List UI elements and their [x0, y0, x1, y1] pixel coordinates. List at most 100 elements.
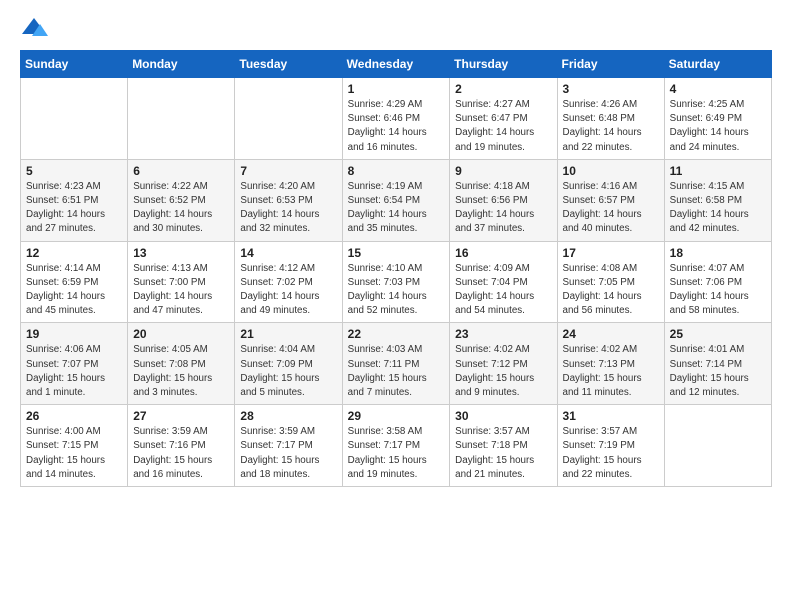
day-cell: 1Sunrise: 4:29 AM Sunset: 6:46 PM Daylig… [342, 78, 450, 160]
day-info: Sunrise: 4:19 AM Sunset: 6:54 PM Dayligh… [348, 180, 445, 237]
day-cell: 6 Sunrise: 4:22 AM Sunset: 6:52 PM Daylig… [128, 159, 235, 241]
day-number: 9 [455, 164, 551, 178]
day-info: Sunrise: 3:57 AM Sunset: 7:18 PM Dayligh… [455, 425, 551, 482]
day-cell: 5Sunrise: 4:23 AM Sunset: 6:51 PM Daylig… [21, 159, 128, 241]
day-cell: 31Sunrise: 3:57 AM Sunset: 7:19 PM Dayli… [557, 405, 664, 487]
day-cell: 18 Sunrise: 4:07 AM Sunset: 7:06 PM Dayli… [664, 241, 771, 323]
weekday-header-saturday: Saturday [664, 51, 771, 78]
logo-icon [20, 16, 48, 38]
day-number: 11 [670, 164, 766, 178]
day-cell: 22 Sunrise: 4:03 AM Sunset: 7:11 PM Dayli… [342, 323, 450, 405]
day-info: Sunrise: 3:57 AM Sunset: 7:19 PM Dayligh… [563, 425, 659, 482]
day-number: 4 [670, 82, 766, 96]
day-info: Sunrise: 4:03 AM Sunset: 7:11 PM Dayligh… [348, 343, 445, 400]
weekday-header-row: SundayMondayTuesdayWednesdayThursdayFrid… [21, 51, 772, 78]
weekday-header-tuesday: Tuesday [235, 51, 342, 78]
day-number: 20 [133, 327, 229, 341]
day-cell: 19Sunrise: 4:06 AM Sunset: 7:07 PM Dayli… [21, 323, 128, 405]
weekday-header-wednesday: Wednesday [342, 51, 450, 78]
calendar: SundayMondayTuesdayWednesdayThursdayFrid… [20, 50, 772, 487]
day-number: 21 [240, 327, 336, 341]
day-cell [128, 78, 235, 160]
day-number: 18 [670, 246, 766, 260]
day-cell [664, 405, 771, 487]
day-number: 30 [455, 409, 551, 423]
day-info: Sunrise: 4:14 AM Sunset: 6:59 PM Dayligh… [26, 262, 122, 319]
weekday-header-sunday: Sunday [21, 51, 128, 78]
day-info: Sunrise: 4:26 AM Sunset: 6:48 PM Dayligh… [563, 98, 659, 155]
day-cell: 15 Sunrise: 4:10 AM Sunset: 7:03 PM Dayli… [342, 241, 450, 323]
day-info: Sunrise: 4:22 AM Sunset: 6:52 PM Dayligh… [133, 180, 229, 237]
page: SundayMondayTuesdayWednesdayThursdayFrid… [0, 0, 792, 499]
day-cell: 14Sunrise: 4:12 AM Sunset: 7:02 PM Dayli… [235, 241, 342, 323]
logo [20, 16, 52, 38]
day-number: 24 [563, 327, 659, 341]
week-row-1: 1Sunrise: 4:29 AM Sunset: 6:46 PM Daylig… [21, 78, 772, 160]
day-number: 27 [133, 409, 229, 423]
day-cell: 10Sunrise: 4:16 AM Sunset: 6:57 PM Dayli… [557, 159, 664, 241]
day-number: 16 [455, 246, 551, 260]
day-number: 6 [133, 164, 229, 178]
day-info: Sunrise: 4:09 AM Sunset: 7:04 PM Dayligh… [455, 262, 551, 319]
day-cell: 2 Sunrise: 4:27 AM Sunset: 6:47 PM Daylig… [450, 78, 557, 160]
day-number: 25 [670, 327, 766, 341]
day-cell: 4 Sunrise: 4:25 AM Sunset: 6:49 PM Daylig… [664, 78, 771, 160]
day-info: Sunrise: 3:59 AM Sunset: 7:16 PM Dayligh… [133, 425, 229, 482]
day-info: Sunrise: 4:27 AM Sunset: 6:47 PM Dayligh… [455, 98, 551, 155]
day-cell [235, 78, 342, 160]
day-number: 17 [563, 246, 659, 260]
day-info: Sunrise: 4:05 AM Sunset: 7:08 PM Dayligh… [133, 343, 229, 400]
day-number: 22 [348, 327, 445, 341]
day-cell: 23 Sunrise: 4:02 AM Sunset: 7:12 PM Dayli… [450, 323, 557, 405]
day-info: Sunrise: 4:01 AM Sunset: 7:14 PM Dayligh… [670, 343, 766, 400]
day-cell: 17Sunrise: 4:08 AM Sunset: 7:05 PM Dayli… [557, 241, 664, 323]
day-cell: 11 Sunrise: 4:15 AM Sunset: 6:58 PM Dayli… [664, 159, 771, 241]
day-number: 23 [455, 327, 551, 341]
day-number: 7 [240, 164, 336, 178]
day-cell: 20 Sunrise: 4:05 AM Sunset: 7:08 PM Dayli… [128, 323, 235, 405]
day-info: Sunrise: 4:13 AM Sunset: 7:00 PM Dayligh… [133, 262, 229, 319]
day-info: Sunrise: 4:15 AM Sunset: 6:58 PM Dayligh… [670, 180, 766, 237]
day-info: Sunrise: 4:20 AM Sunset: 6:53 PM Dayligh… [240, 180, 336, 237]
day-number: 28 [240, 409, 336, 423]
day-info: Sunrise: 4:10 AM Sunset: 7:03 PM Dayligh… [348, 262, 445, 319]
day-number: 2 [455, 82, 551, 96]
day-cell: 25 Sunrise: 4:01 AM Sunset: 7:14 PM Dayli… [664, 323, 771, 405]
day-info: Sunrise: 4:18 AM Sunset: 6:56 PM Dayligh… [455, 180, 551, 237]
day-cell: 7 Sunrise: 4:20 AM Sunset: 6:53 PM Daylig… [235, 159, 342, 241]
day-number: 13 [133, 246, 229, 260]
day-number: 26 [26, 409, 122, 423]
day-info: Sunrise: 4:23 AM Sunset: 6:51 PM Dayligh… [26, 180, 122, 237]
day-number: 8 [348, 164, 445, 178]
day-cell: 3 Sunrise: 4:26 AM Sunset: 6:48 PM Daylig… [557, 78, 664, 160]
day-number: 10 [563, 164, 659, 178]
day-number: 3 [563, 82, 659, 96]
day-info: Sunrise: 4:04 AM Sunset: 7:09 PM Dayligh… [240, 343, 336, 400]
day-cell: 24 Sunrise: 4:02 AM Sunset: 7:13 PM Dayli… [557, 323, 664, 405]
day-info: Sunrise: 4:07 AM Sunset: 7:06 PM Dayligh… [670, 262, 766, 319]
weekday-header-friday: Friday [557, 51, 664, 78]
day-cell: 26Sunrise: 4:00 AM Sunset: 7:15 PM Dayli… [21, 405, 128, 487]
day-info: Sunrise: 4:06 AM Sunset: 7:07 PM Dayligh… [26, 343, 122, 400]
day-cell: 8 Sunrise: 4:19 AM Sunset: 6:54 PM Daylig… [342, 159, 450, 241]
week-row-5: 26Sunrise: 4:00 AM Sunset: 7:15 PM Dayli… [21, 405, 772, 487]
weekday-header-monday: Monday [128, 51, 235, 78]
day-number: 1 [348, 82, 445, 96]
weekday-header-thursday: Thursday [450, 51, 557, 78]
day-number: 12 [26, 246, 122, 260]
day-cell: 9 Sunrise: 4:18 AM Sunset: 6:56 PM Daylig… [450, 159, 557, 241]
day-info: Sunrise: 4:02 AM Sunset: 7:12 PM Dayligh… [455, 343, 551, 400]
day-cell: 28Sunrise: 3:59 AM Sunset: 7:17 PM Dayli… [235, 405, 342, 487]
day-cell [21, 78, 128, 160]
day-cell: 13 Sunrise: 4:13 AM Sunset: 7:00 PM Dayli… [128, 241, 235, 323]
day-number: 14 [240, 246, 336, 260]
week-row-3: 12 Sunrise: 4:14 AM Sunset: 6:59 PM Dayli… [21, 241, 772, 323]
week-row-4: 19Sunrise: 4:06 AM Sunset: 7:07 PM Dayli… [21, 323, 772, 405]
header [20, 16, 772, 38]
day-cell: 16 Sunrise: 4:09 AM Sunset: 7:04 PM Dayli… [450, 241, 557, 323]
day-number: 15 [348, 246, 445, 260]
day-cell: 12 Sunrise: 4:14 AM Sunset: 6:59 PM Dayli… [21, 241, 128, 323]
day-info: Sunrise: 4:25 AM Sunset: 6:49 PM Dayligh… [670, 98, 766, 155]
day-cell: 30 Sunrise: 3:57 AM Sunset: 7:18 PM Dayli… [450, 405, 557, 487]
day-info: Sunrise: 4:02 AM Sunset: 7:13 PM Dayligh… [563, 343, 659, 400]
